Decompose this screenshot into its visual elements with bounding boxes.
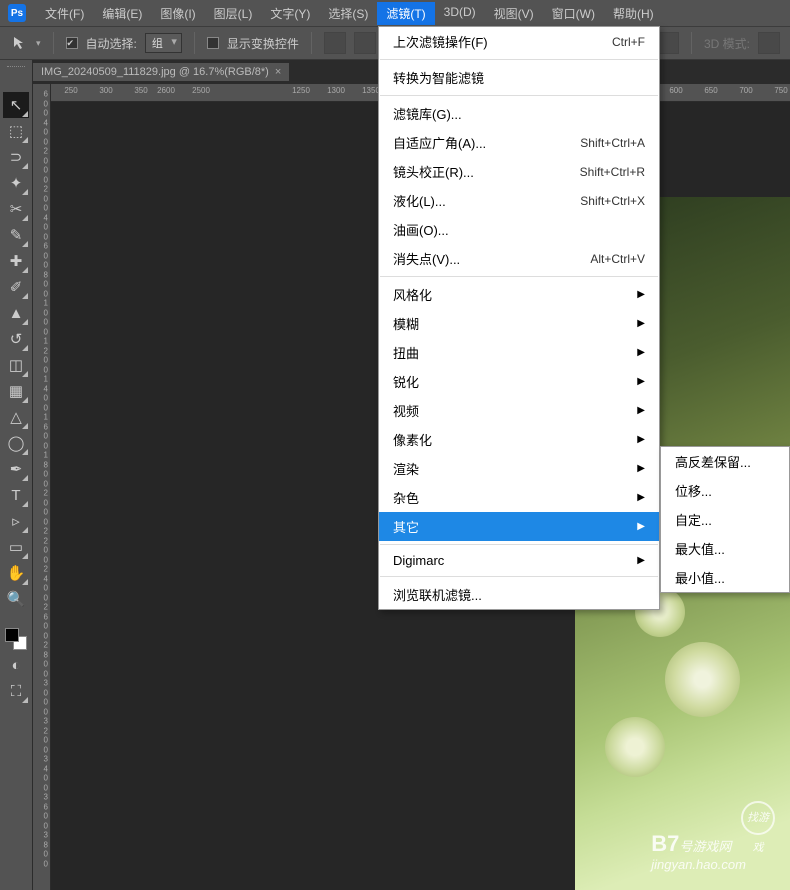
tool-flyout-icon[interactable]: ▾ [36, 38, 41, 49]
move-tool[interactable]: ↖ [3, 92, 29, 118]
path-select-tool[interactable]: ▹ [3, 508, 29, 534]
show-transform-checkbox[interactable] [207, 37, 219, 49]
menu-视图[interactable]: 视图(V) [485, 2, 543, 25]
crop-tool[interactable]: ✂ [3, 196, 29, 222]
submenu-arrow-icon: ▶ [637, 555, 645, 566]
menu-编辑[interactable]: 编辑(E) [93, 2, 151, 25]
filter-item[interactable]: 转换为智能滤镜 [379, 63, 659, 92]
filter-item[interactable]: 像素化▶ [379, 425, 659, 454]
filter-item[interactable]: 镜头校正(R)...Shift+Ctrl+R [379, 157, 659, 186]
filter-item[interactable]: 液化(L)...Shift+Ctrl+X [379, 186, 659, 215]
filter-item[interactable]: Digimarc▶ [379, 548, 659, 573]
menu-图像[interactable]: 图像(I) [151, 2, 204, 25]
watermark: B7号游戏网 找游戏 jingyan.hao.com [651, 801, 775, 872]
menu-文字[interactable]: 文字(Y) [261, 2, 319, 25]
menubar: Ps 文件(F)编辑(E)图像(I)图层(L)文字(Y)选择(S)滤镜(T)3D… [0, 0, 790, 26]
hand-tool[interactable]: ✋ [3, 560, 29, 586]
eyedropper-tool[interactable]: ✎ [3, 222, 29, 248]
filter-item[interactable]: 扭曲▶ [379, 338, 659, 367]
auto-select-label: 自动选择: [86, 35, 137, 52]
marquee-tool[interactable]: ⬚ [3, 118, 29, 144]
close-tab-icon[interactable]: × [275, 66, 281, 78]
document-tab[interactable]: IMG_20240509_111829.jpg @ 16.7%(RGB/8*) … [33, 63, 289, 81]
show-transform-label: 显示变换控件 [227, 35, 299, 52]
toolbar-grip[interactable] [0, 60, 32, 72]
gradient-tool[interactable]: ▦ [3, 378, 29, 404]
filter-other-submenu: 高反差保留...位移...自定...最大值...最小值... [660, 446, 790, 593]
filter-item[interactable]: 其它▶ [379, 512, 659, 541]
menu-图层[interactable]: 图层(L) [205, 2, 262, 25]
filter-item[interactable]: 渲染▶ [379, 454, 659, 483]
submenu-arrow-icon: ▶ [637, 347, 645, 358]
submenu-arrow-icon: ▶ [637, 492, 645, 503]
submenu-arrow-icon: ▶ [637, 434, 645, 445]
menu-滤镜[interactable]: 滤镜(T) [377, 2, 434, 25]
submenu-item[interactable]: 高反差保留... [661, 447, 789, 476]
menu-窗口[interactable]: 窗口(W) [543, 2, 604, 25]
color-swatch[interactable] [3, 626, 29, 652]
submenu-arrow-icon: ▶ [637, 289, 645, 300]
screen-mode[interactable]: ⛶ [3, 678, 29, 704]
filter-item[interactable]: 模糊▶ [379, 309, 659, 338]
eraser-tool[interactable]: ◫ [3, 352, 29, 378]
arrange-icon[interactable] [657, 32, 679, 54]
shape-tool[interactable]: ▭ [3, 534, 29, 560]
move-tool-icon [12, 35, 28, 51]
menu-帮助[interactable]: 帮助(H) [604, 2, 663, 25]
zoom-tool[interactable]: 🔍 [3, 586, 29, 612]
3d-mode-label: 3D 模式: [704, 35, 750, 52]
vertical-ruler: 6004002000200400600800100012001400160018… [33, 84, 51, 890]
filter-item[interactable]: 自适应广角(A)...Shift+Ctrl+A [379, 128, 659, 157]
auto-select-dropdown[interactable]: 组 [145, 33, 182, 53]
blur-tool[interactable]: △ [3, 404, 29, 430]
filter-item[interactable]: 视频▶ [379, 396, 659, 425]
toolbar: ↖⬚⊃✦✂✎✚✐▲↺◫▦△◯✒T▹▭✋🔍 ◐⛶ [0, 60, 33, 890]
lasso-tool[interactable]: ⊃ [3, 144, 29, 170]
filter-item[interactable]: 浏览联机滤镜... [379, 580, 659, 609]
filter-item[interactable]: 油画(O)... [379, 215, 659, 244]
3d-orbit-icon[interactable] [758, 32, 780, 54]
filter-item[interactable]: 消失点(V)...Alt+Ctrl+V [379, 244, 659, 273]
dodge-tool[interactable]: ◯ [3, 430, 29, 456]
menu-文件[interactable]: 文件(F) [36, 2, 93, 25]
submenu-item[interactable]: 位移... [661, 476, 789, 505]
clone-stamp-tool[interactable]: ▲ [3, 300, 29, 326]
filter-item[interactable]: 滤镜库(G)... [379, 99, 659, 128]
submenu-arrow-icon: ▶ [637, 318, 645, 329]
filter-menu: 上次滤镜操作(F)Ctrl+F 转换为智能滤镜滤镜库(G)...自适应广角(A).… [378, 26, 660, 610]
history-brush-tool[interactable]: ↺ [3, 326, 29, 352]
menu-3d[interactable]: 3D(D) [435, 2, 485, 25]
submenu-arrow-icon: ▶ [637, 405, 645, 416]
submenu-item[interactable]: 最小值... [661, 563, 789, 592]
submenu-item[interactable]: 自定... [661, 505, 789, 534]
submenu-arrow-icon: ▶ [637, 376, 645, 387]
menu-选择[interactable]: 选择(S) [319, 2, 377, 25]
quick-mask[interactable]: ◐ [3, 652, 29, 678]
type-tool[interactable]: T [3, 482, 29, 508]
filter-item[interactable]: 杂色▶ [379, 483, 659, 512]
document-tab-title: IMG_20240509_111829.jpg @ 16.7%(RGB/8*) [41, 66, 269, 78]
filter-item[interactable]: 风格化▶ [379, 280, 659, 309]
magic-wand-tool[interactable]: ✦ [3, 170, 29, 196]
filter-item[interactable]: 上次滤镜操作(F)Ctrl+F [379, 27, 659, 56]
pen-tool[interactable]: ✒ [3, 456, 29, 482]
brush-tool[interactable]: ✐ [3, 274, 29, 300]
submenu-arrow-icon: ▶ [637, 463, 645, 474]
healing-brush-tool[interactable]: ✚ [3, 248, 29, 274]
align-icon[interactable] [324, 32, 346, 54]
distribute-icon[interactable] [354, 32, 376, 54]
submenu-arrow-icon: ▶ [637, 521, 645, 532]
filter-item[interactable]: 锐化▶ [379, 367, 659, 396]
app-logo: Ps [8, 4, 26, 22]
submenu-item[interactable]: 最大值... [661, 534, 789, 563]
auto-select-checkbox[interactable] [66, 37, 78, 49]
